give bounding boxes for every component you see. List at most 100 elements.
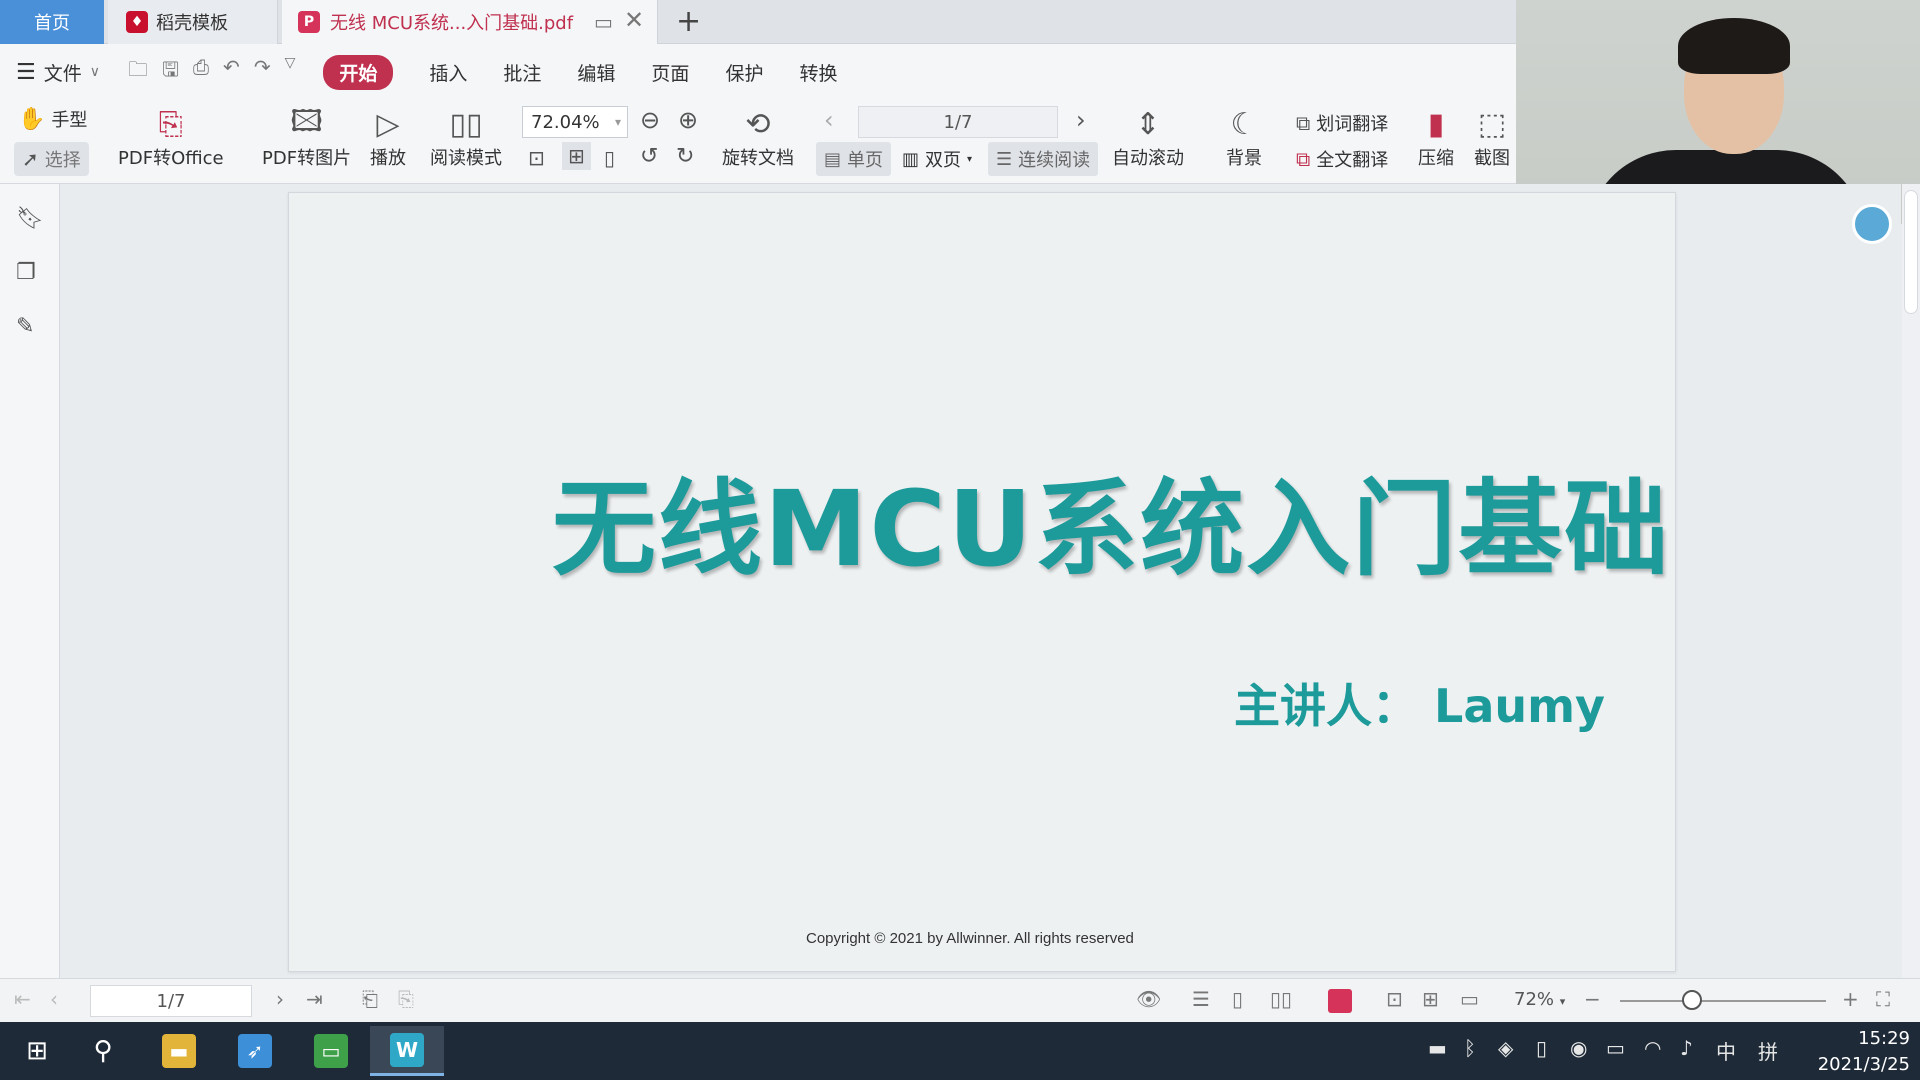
word-translate-button[interactable]: ⧉ 划词翻译 [1296,110,1388,136]
wifi-icon[interactable]: ◠ [1644,1036,1661,1060]
hand-tool-button[interactable]: ✋ 手型 [18,106,87,132]
full-translate-button[interactable]: ⧉ 全文翻译 [1296,146,1388,172]
single-mode-icon[interactable]: ▯ [1232,987,1243,1011]
new-tab-icon[interactable]: + [676,4,701,39]
tab-convert[interactable]: 转换 [799,59,837,86]
search-icon: ⚲ [93,1036,113,1066]
slideshow-play-icon[interactable] [1328,989,1352,1013]
page-number-value: 1/7 [943,111,973,133]
tray-monitor-icon[interactable]: ◉ [1570,1036,1587,1060]
rotate-left-icon[interactable]: ↺ [640,144,658,169]
redo-icon[interactable]: ↷ [254,55,271,89]
zoom-out-icon[interactable]: ⊖ [640,106,660,134]
select-tool-button[interactable]: ➚ 选择 [14,142,89,176]
bookmark-icon[interactable]: 🔖︎ [16,206,44,231]
wps-app-button[interactable]: W [370,1026,444,1076]
pin-window-icon[interactable]: ▭ [594,10,613,34]
single-page-button[interactable]: ▤ 单页 [816,142,892,176]
continuous-read-icon: ☰ [996,148,1013,170]
ime-mode[interactable]: 拼 [1758,1036,1778,1065]
print-icon[interactable]: ⎙ [193,55,209,89]
close-tab-icon[interactable]: ✕ [624,6,644,34]
next-page-icon[interactable]: › [276,987,284,1011]
feishu-app-button[interactable]: ➶ [218,1026,292,1076]
tab-insert[interactable]: 插入 [429,59,467,86]
actual-size-icon[interactable]: ⊡ [528,146,545,170]
page-number-input[interactable]: 1/7 [858,106,1058,138]
fit-page-icon[interactable]: ⊞ [1422,987,1439,1011]
screenshot-button[interactable]: ⬚ 截图 [1474,104,1510,170]
zoom-in-icon[interactable]: + [1842,987,1859,1011]
zoom-in-icon[interactable]: ⊕ [678,106,698,134]
status-zoom-select[interactable]: 72% ▾ [1514,989,1565,1010]
customize-icon[interactable]: ▽ [285,55,296,89]
auto-scroll-button[interactable]: ⇕ 自动滚动 [1112,104,1184,170]
tab-page[interactable]: 页面 [651,59,689,86]
ime-language[interactable]: 中 [1716,1036,1736,1065]
tab-template[interactable]: ♦ 稻壳模板 [108,0,278,44]
double-page-icon: ▥ [902,148,920,170]
tray-app-icon[interactable]: ◈ [1498,1036,1513,1060]
zoom-slider[interactable] [1620,1000,1826,1002]
open-folder-icon[interactable]: 🗀 [128,55,148,89]
word-translate-label: 划词翻译 [1316,114,1389,135]
double-page-button[interactable]: ▥ 双页 ▾ [894,142,980,176]
zoom-slider-knob[interactable] [1682,990,1702,1010]
tab-protect[interactable]: 保护 [725,59,763,86]
tab-home[interactable]: 首页 [0,0,104,44]
continuous-read-button[interactable]: ☰ 连续阅读 [988,142,1099,176]
fullscreen-icon[interactable]: ⛶ [1876,987,1890,1011]
usb-icon[interactable]: ▯ [1536,1036,1547,1060]
undo-icon[interactable]: ↶ [223,55,240,89]
forward-icon[interactable]: ⎘ [398,987,414,1011]
tab-start[interactable]: 开始 [323,54,394,90]
floating-assistant-icon[interactable] [1852,204,1892,244]
battery-icon[interactable]: ▭ [1606,1036,1625,1060]
ribbon: ✋ 手型 ➚ 选择 ⎘ PDF转Office 🖾 PDF转图片 ▷ 播放 ▯▯ … [0,100,1520,184]
system-clock[interactable]: 15:29 2021/3/25 [1800,1026,1910,1078]
fit-width-icon[interactable]: ▭ [1460,987,1479,1011]
first-page-icon[interactable]: ⇤ [14,987,31,1011]
scrollbar-thumb[interactable] [1904,190,1918,314]
rotate-document-button[interactable]: ⟲ 旋转文档 [722,104,794,170]
zoom-select[interactable]: 72.04% ▾ [522,106,628,138]
double-mode-icon[interactable]: ▯▯ [1270,987,1292,1011]
pdf-to-image-button[interactable]: 🖾 PDF转图片 [262,104,351,170]
save-icon[interactable]: 🖫 [162,55,179,89]
next-page-icon[interactable]: › [1076,106,1086,134]
prev-page-icon[interactable]: ‹ [50,987,58,1011]
fit-width-icon[interactable]: ▯ [604,146,615,170]
bird-icon: ➶ [238,1034,272,1068]
bluetooth-icon[interactable]: ᛒ [1464,1036,1476,1060]
file-explorer-button[interactable]: ▬ [142,1026,216,1076]
compress-button[interactable]: ▮ 压缩 [1418,104,1454,170]
presenter-hair [1678,18,1790,74]
thumbnail-icon[interactable]: ❐ [16,260,36,285]
eye-protection-icon[interactable]: 👁︎ [1136,987,1161,1011]
actual-size-icon[interactable]: ⊡ [1386,987,1403,1011]
last-page-icon[interactable]: ⇥ [306,987,323,1011]
zoom-out-icon[interactable]: − [1584,987,1601,1011]
play-button[interactable]: ▷ 播放 [370,104,406,170]
status-bar: ⇤ ‹ 1/7 › ⇥ ⎗ ⎘ 👁︎ ☰ ▯ ▯▯ ⊡ ⊞ ▭ 72% ▾ − … [0,978,1920,1022]
back-icon[interactable]: ⎗ [362,987,378,1011]
signature-icon[interactable]: ✎ [16,314,34,339]
status-page-input[interactable]: 1/7 [90,985,252,1017]
search-button[interactable]: ⚲ [66,1026,140,1076]
prev-page-icon[interactable]: ‹ [824,106,834,134]
read-mode-button[interactable]: ▯▯ 阅读模式 [430,104,502,170]
tab-annotate[interactable]: 批注 [503,59,541,86]
chat-app-button[interactable]: ▭ [294,1026,368,1076]
play-label: 播放 [370,148,406,169]
background-button[interactable]: ☾ 背景 [1226,104,1262,170]
pdf-to-office-button[interactable]: ⎘ PDF转Office [118,104,224,170]
clock-time: 15:29 [1858,1028,1910,1049]
file-menu[interactable]: ☰ 文件 ∨ [16,59,100,86]
tab-edit[interactable]: 编辑 [577,59,615,86]
rotate-right-icon[interactable]: ↻ [676,144,694,169]
volume-icon[interactable]: ♪ [1680,1036,1693,1060]
tray-chat-icon[interactable]: ▬ [1428,1036,1447,1060]
fit-page-icon[interactable]: ⊞ [562,142,591,170]
continuous-mode-icon[interactable]: ☰ [1192,987,1210,1011]
start-button[interactable]: ⊞ [0,1026,74,1076]
